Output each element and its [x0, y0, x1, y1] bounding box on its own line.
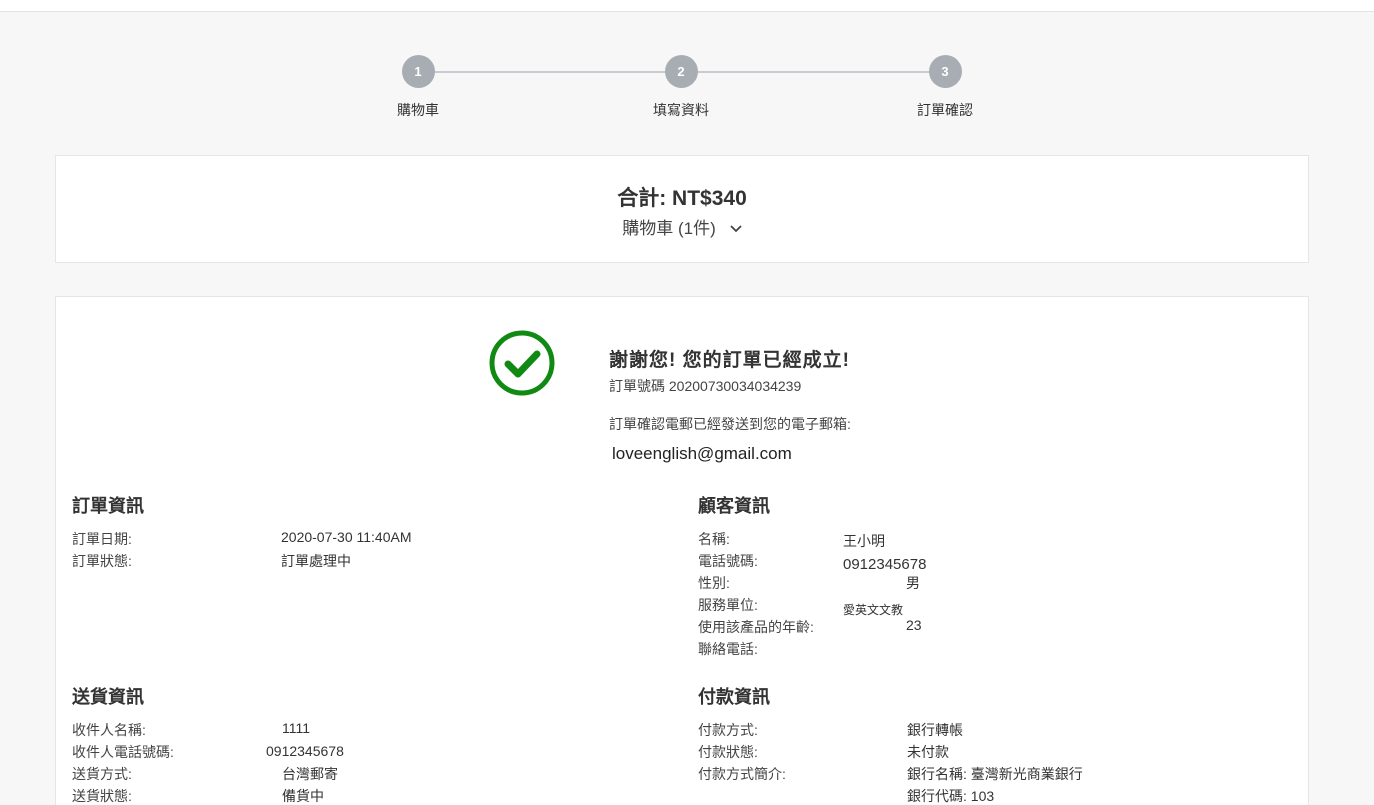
- order-info-title: 訂單資訊: [72, 496, 144, 516]
- customer-phone-label: 電話號碼:: [698, 553, 758, 569]
- thank-you-heading: 謝謝您! 您的訂單已經成立!: [609, 350, 850, 371]
- customer-age-value: 23: [906, 617, 922, 633]
- customer-phone-value: 0912345678: [843, 556, 927, 573]
- cart-toggle-label: 購物車 (1件): [622, 219, 716, 238]
- customer-name-value: 王小明: [843, 533, 885, 549]
- customer-email: loveenglish@gmail.com: [612, 444, 792, 463]
- order-date-value: 2020-07-30 11:40AM: [281, 529, 412, 545]
- recipient-name-label: 收件人名稱:: [72, 722, 146, 738]
- top-bar: [0, 0, 1374, 12]
- order-date-label: 訂單日期:: [72, 531, 132, 547]
- email-note: 訂單確認電郵已經發送到您的電子郵箱:: [609, 416, 851, 432]
- delivery-status-value: 備貨中: [282, 788, 324, 804]
- chevron-down-icon: [730, 218, 742, 238]
- customer-org-value: 愛英文文教: [843, 603, 904, 617]
- delivery-method-label: 送貨方式:: [72, 766, 132, 782]
- step-label: 購物車: [397, 102, 439, 118]
- step-number: 1: [401, 55, 435, 88]
- delivery-status-label: 送貨狀態:: [72, 788, 132, 804]
- payment-info-title: 付款資訊: [698, 687, 770, 707]
- cart-toggle-button[interactable]: 購物車 (1件): [56, 214, 1308, 240]
- payment-method-value: 銀行轉帳: [907, 722, 963, 738]
- customer-age-label: 使用該產品的年齡:: [698, 619, 814, 635]
- step-number: 3: [928, 55, 962, 88]
- recipient-phone-label: 收件人電話號碼:: [72, 744, 174, 760]
- checkout-progress: 1 購物車 2 填寫資料 3 訂單確認: [360, 55, 1000, 125]
- order-total: 合計: NT$340: [617, 187, 747, 210]
- customer-contact-label: 聯絡電話:: [698, 641, 758, 657]
- step-label: 填寫資料: [653, 102, 709, 118]
- order-number: 訂單號碼 20200730034034239: [609, 378, 802, 394]
- payment-desc-label: 付款方式簡介:: [698, 766, 786, 782]
- step-cart: 1 購物車: [358, 55, 478, 120]
- order-status-value: 訂單處理中: [281, 553, 351, 569]
- customer-org-label: 服務單位:: [698, 597, 758, 613]
- recipient-name-value: 1111: [282, 720, 311, 736]
- order-total-card: 合計: NT$340 購物車 (1件): [55, 155, 1309, 263]
- step-label: 訂單確認: [917, 102, 973, 118]
- payment-method-label: 付款方式:: [698, 722, 758, 738]
- check-circle-icon: [488, 329, 556, 397]
- step-number: 2: [664, 55, 698, 88]
- customer-info-title: 顧客資訊: [698, 496, 770, 516]
- step-fill-info: 2 填寫資料: [621, 55, 741, 120]
- customer-gender-value: 男: [906, 575, 920, 591]
- bank-name-value: 銀行名稱: 臺灣新光商業銀行: [907, 766, 1083, 782]
- customer-gender-label: 性別:: [698, 575, 730, 591]
- delivery-info-title: 送貨資訊: [72, 687, 144, 707]
- bank-code-value: 銀行代碼: 103: [907, 788, 995, 804]
- step-order-confirm: 3 訂單確認: [885, 55, 1005, 120]
- payment-status-value: 未付款: [907, 744, 949, 760]
- order-status-label: 訂單狀態:: [72, 553, 132, 569]
- delivery-method-value: 台灣郵寄: [282, 766, 338, 782]
- customer-name-label: 名稱:: [698, 531, 730, 547]
- payment-status-label: 付款狀態:: [698, 744, 758, 760]
- recipient-phone-value: 0912345678: [266, 743, 344, 759]
- order-confirmation-card: 謝謝您! 您的訂單已經成立! 訂單號碼 20200730034034239 訂單…: [55, 296, 1309, 805]
